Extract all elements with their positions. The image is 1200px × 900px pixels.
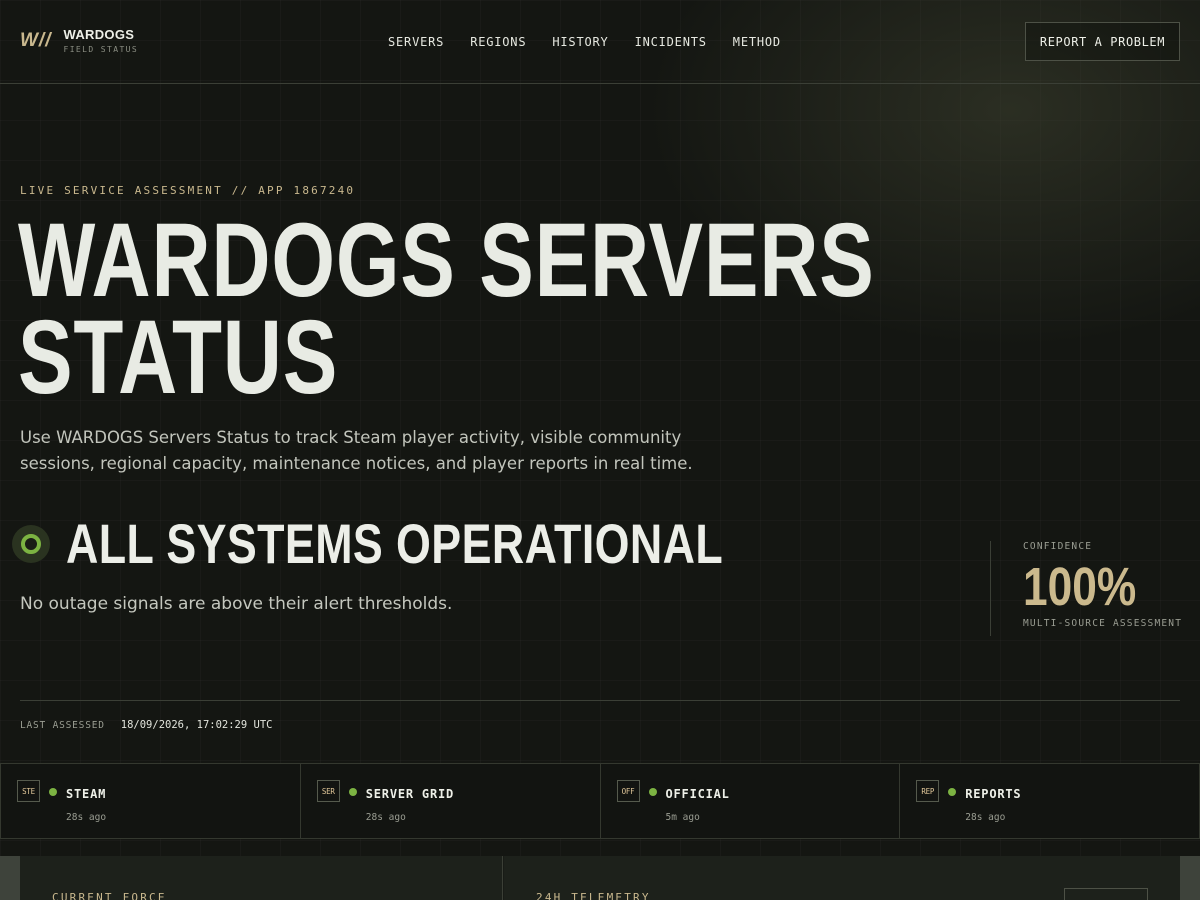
telemetry-range-button[interactable] xyxy=(1064,888,1148,900)
page-title-line-2: STATUS xyxy=(18,299,339,416)
panel-edge-right xyxy=(1180,856,1200,900)
brand-subtitle: FIELD STATUS xyxy=(63,45,139,54)
last-assessed: LAST ASSESSED 18/09/2026, 17:02:29 UTC xyxy=(20,719,272,731)
source-card-server-grid[interactable]: SER SERVER GRID 28s ago xyxy=(299,764,600,838)
source-card-official[interactable]: OFF OFFICIAL 5m ago xyxy=(599,764,900,838)
last-assessed-label: LAST ASSESSED xyxy=(20,720,105,731)
hero-description: Use WARDOGS Servers Status to track Stea… xyxy=(20,428,693,473)
status-headline: ALL SYSTEMS OPERATIONAL xyxy=(66,512,724,575)
brand-text: WARDOGS FIELD STATUS xyxy=(64,27,139,54)
source-badge-icon: REP xyxy=(916,780,940,802)
status-description: No outage signals are above their alert … xyxy=(20,594,453,614)
last-assessed-timestamp: 18/09/2026, 17:02:29 UTC xyxy=(120,719,273,731)
status-dot-icon xyxy=(948,788,957,796)
hero-eyebrow: LIVE SERVICE ASSESSMENT // APP 1867240 xyxy=(20,184,356,197)
source-badge-icon: STE xyxy=(17,780,40,802)
page-title-line-1: WARDOGS SERVERS xyxy=(18,202,875,319)
source-status-strip: STE STEAM 28s ago SER SERVER GRID 28s ag… xyxy=(0,763,1200,839)
logo-mark: W// xyxy=(20,29,52,51)
source-card-steam[interactable]: STE STEAM 28s ago xyxy=(1,764,300,838)
source-badge-icon: OFF xyxy=(616,780,640,802)
status-dot-icon xyxy=(648,788,657,796)
status-dot-icon xyxy=(348,788,357,796)
report-problem-button[interactable]: REPORT A PROBLEM xyxy=(1025,22,1180,61)
main-nav: SERVERS REGIONS HISTORY INCIDENTS METHOD xyxy=(388,35,807,49)
nav-regions[interactable]: REGIONS xyxy=(470,35,526,49)
source-updated: 28s ago xyxy=(66,812,107,823)
nav-method[interactable]: METHOD xyxy=(733,35,781,49)
source-updated: 5m ago xyxy=(665,812,700,823)
source-name: STEAM xyxy=(66,787,107,801)
confidence-block: CONFIDENCE 100% MULTI-SOURCE ASSESSMENT xyxy=(990,541,1182,636)
confidence-label: CONFIDENCE xyxy=(1023,541,1093,552)
status-dot-icon xyxy=(49,788,57,796)
source-updated: 28s ago xyxy=(365,812,406,823)
section-divider xyxy=(20,700,1180,701)
brand-name: WARDOGS xyxy=(63,27,135,42)
panel-edge-left xyxy=(0,856,20,900)
source-card-reports[interactable]: REP REPORTS 28s ago xyxy=(899,764,1199,838)
page-title: WARDOGS SERVERS STATUS xyxy=(18,202,1116,416)
status-indicator-icon xyxy=(12,525,50,563)
nav-history[interactable]: HISTORY xyxy=(552,35,608,49)
nav-servers[interactable]: SERVERS xyxy=(388,35,444,49)
nav-incidents[interactable]: INCIDENTS xyxy=(635,35,707,49)
current-force-label: CURRENT FORCE xyxy=(52,891,167,900)
current-force-panel: CURRENT FORCE xyxy=(20,856,503,900)
source-name: SERVER GRID xyxy=(365,787,455,801)
telemetry-label: 24H TELEMETRY xyxy=(536,891,651,900)
top-bar: W// WARDOGS FIELD STATUS SERVERS REGIONS… xyxy=(0,0,1200,84)
brand-logo[interactable]: W// WARDOGS FIELD STATUS xyxy=(20,27,138,54)
source-name: OFFICIAL xyxy=(665,787,730,801)
source-name: REPORTS xyxy=(965,787,1022,801)
panels-row: CURRENT FORCE 24H TELEMETRY xyxy=(0,856,1200,900)
confidence-value: 100% xyxy=(1023,557,1137,617)
source-updated: 28s ago xyxy=(965,812,1006,823)
telemetry-panel: 24H TELEMETRY xyxy=(504,856,1180,900)
confidence-subtitle: MULTI-SOURCE ASSESSMENT xyxy=(1023,618,1183,629)
source-badge-icon: SER xyxy=(316,780,340,802)
